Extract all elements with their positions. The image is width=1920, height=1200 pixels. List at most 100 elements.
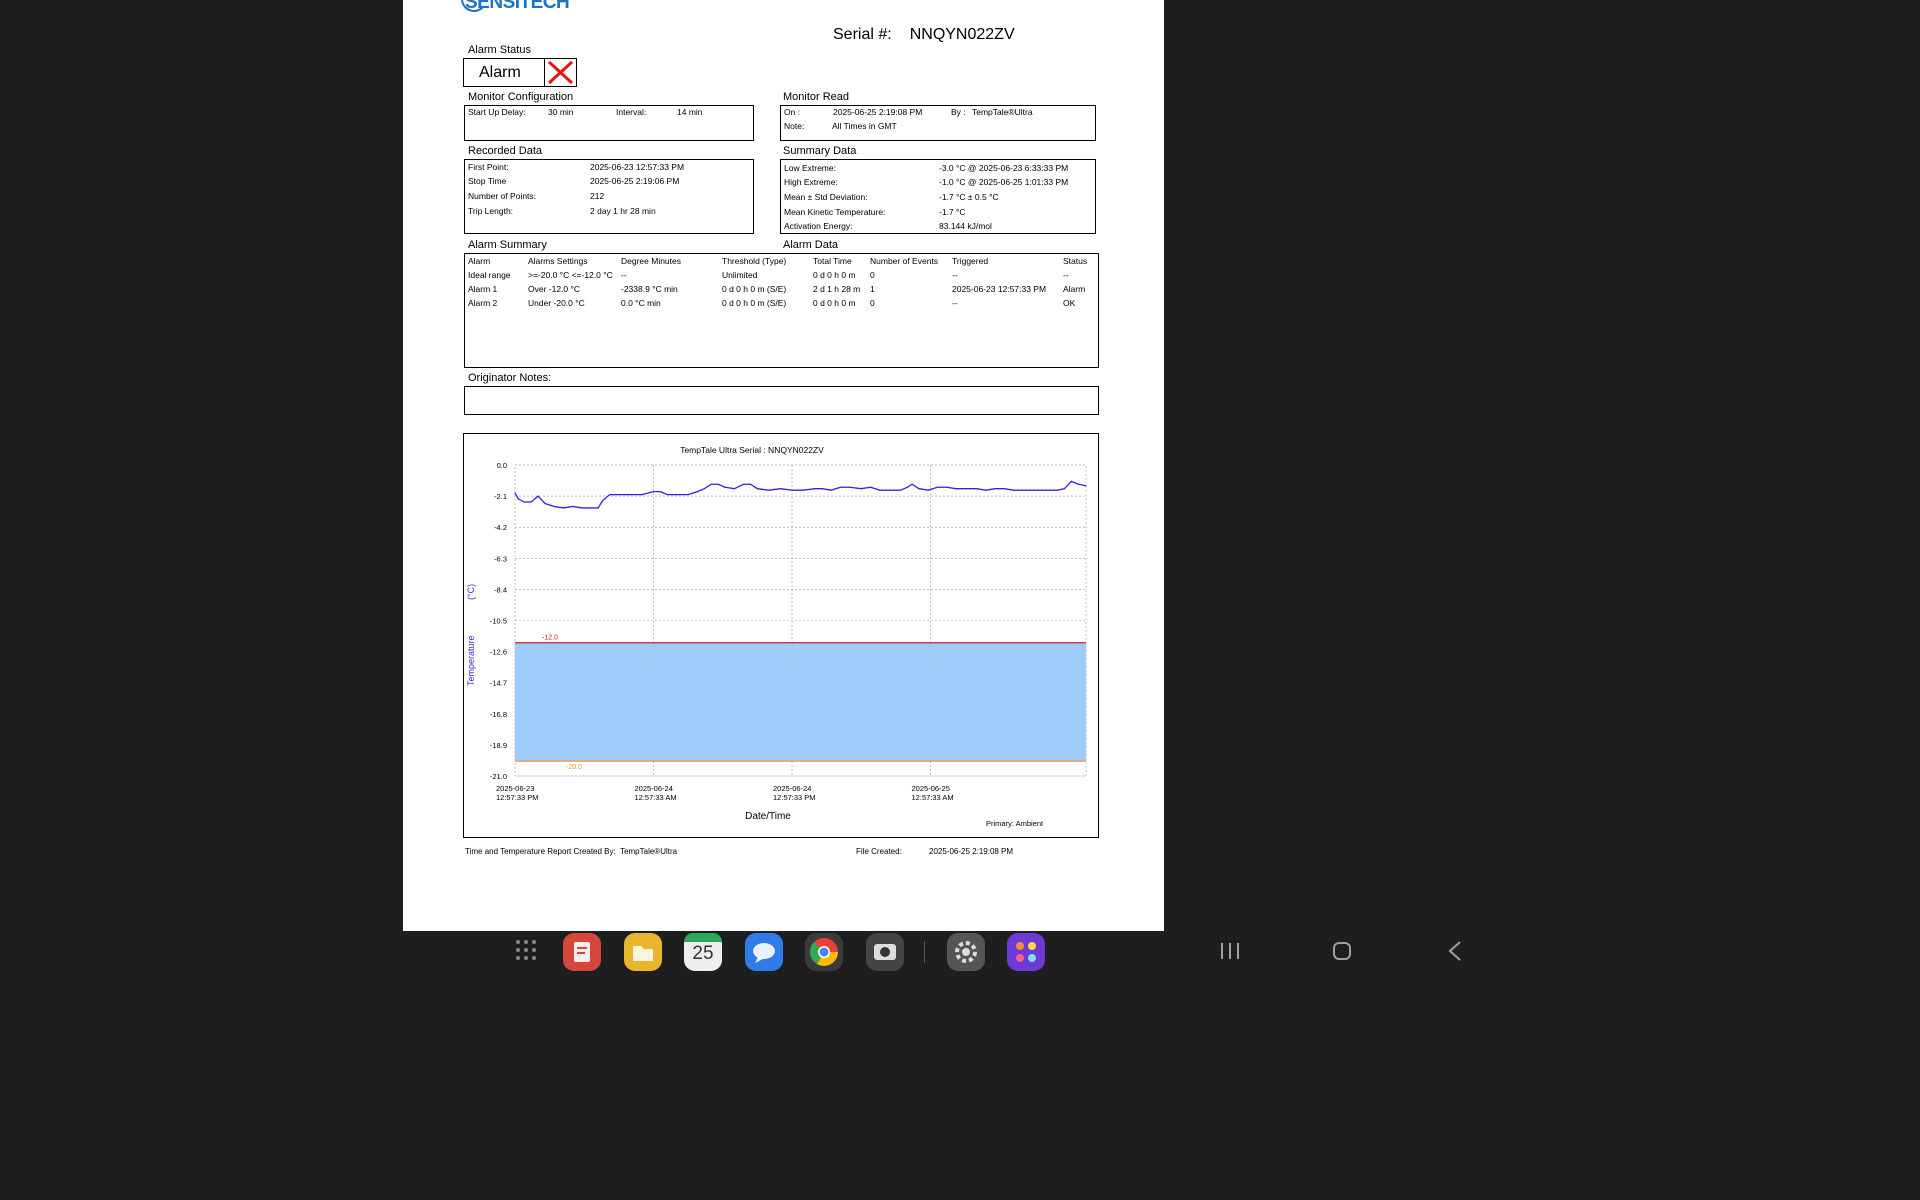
- home-button[interactable]: [1332, 941, 1352, 961]
- alarm-table-cell: --: [1063, 270, 1069, 280]
- monitor-configuration-box: Start Up Delay: 30 min Interval: 14 min: [464, 105, 754, 141]
- temperature-point: [609, 494, 611, 496]
- note-label: Note:: [784, 121, 805, 131]
- temperature-point: [821, 488, 823, 490]
- temperature-point: [1003, 488, 1005, 490]
- y-tick-label: -18.9: [490, 741, 507, 750]
- chrome-app-icon[interactable]: [805, 933, 843, 971]
- summary-data-box: Low Extreme: -3.0 °C @ 2025-06-23 6:33:3…: [780, 159, 1096, 234]
- alarm-table-header: Total Time: [813, 256, 852, 266]
- monitor-read-box: On : 2025-06-25 2:19:08 PM By : TempTale…: [780, 105, 1096, 141]
- back-icon: [1448, 941, 1461, 961]
- monitor-read-title: Monitor Read: [783, 91, 850, 103]
- y-tick-label: -10.5: [490, 617, 507, 626]
- alarm-summary-table: Alarm Alarms Settings Degree Minutes Thresh…: [464, 253, 1099, 368]
- temperature-point: [1033, 489, 1036, 491]
- temperature-point: [756, 488, 758, 490]
- temperature-point: [537, 495, 539, 497]
- recorded-label: Stop Time: [468, 176, 507, 186]
- dock-divider: [924, 941, 925, 963]
- start-up-delay-label: Start Up Delay:: [468, 107, 526, 117]
- serial-value: NNQYN022ZV: [909, 26, 1015, 43]
- alarm-table-cell: 1: [870, 284, 875, 294]
- summary-label: Mean Kinetic Temperature:: [784, 207, 886, 217]
- temperature-point: [849, 486, 851, 488]
- summary-value: -1.0 °C @ 2025-06-25 1:01:33 PM: [939, 177, 1069, 187]
- temperature-point: [717, 483, 719, 485]
- temperature-point: [749, 483, 752, 485]
- temperature-point: [597, 507, 599, 509]
- home-icon: [1333, 942, 1351, 960]
- back-button[interactable]: [1447, 940, 1463, 962]
- interval-value: 14 min: [677, 107, 703, 117]
- monitor-configuration-title: Monitor Configuration: [468, 91, 574, 103]
- x-tick-time: 12:57:33 PM: [773, 793, 816, 802]
- note-value: All Times in GMT: [832, 121, 897, 131]
- temperature-point: [1077, 483, 1079, 485]
- temperature-series-line: [514, 480, 1087, 509]
- temperature-point: [927, 489, 929, 491]
- recorded-value: 2025-06-23 12:57:33 PM: [590, 162, 685, 172]
- camera-app-icon[interactable]: [866, 933, 904, 971]
- temperature-chart-frame: TempTale Ultra Serial : NNQYN022ZV -12.0…: [463, 433, 1099, 838]
- temperature-point: [1045, 489, 1047, 491]
- recorded-value: 2025-06-25 2:19:06 PM: [590, 176, 680, 186]
- alarm-table-cell: Unlimited: [722, 270, 758, 280]
- settings-app-icon[interactable]: [947, 933, 985, 971]
- recorded-label: First Point:: [468, 162, 509, 172]
- alarm-table-cell: 2 d 1 h 28 m: [813, 284, 861, 294]
- lower-limit-label: -20.0: [566, 764, 582, 771]
- summary-label: High Extreme:: [784, 177, 838, 187]
- temperature-point: [629, 494, 632, 496]
- by-value: TempTale®Ultra: [972, 107, 1033, 117]
- summary-value: -3.0 °C @ 2025-06-23 6:33:33 PM: [939, 163, 1069, 173]
- temperature-point: [1013, 489, 1015, 491]
- all-apps-icon[interactable]: [515, 939, 537, 961]
- temperature-point: [964, 488, 966, 490]
- temperature-point: [641, 494, 643, 496]
- alarm-table-cell: 2025-06-23 12:57:33 PM: [952, 284, 1047, 294]
- serial-number: Serial #: NNQYN022ZV: [833, 26, 1015, 44]
- chart-title: TempTale Ultra Serial : NNQYN022ZV: [680, 445, 824, 455]
- x-tick-date: 2025-06-25: [912, 784, 950, 793]
- temperature-point: [985, 489, 987, 491]
- footer-created-by: Time and Temperature Report Created By: …: [465, 847, 677, 856]
- recent-apps-button[interactable]: [1219, 942, 1241, 960]
- messages-app-icon[interactable]: [745, 933, 783, 971]
- temperature-point: [911, 483, 913, 485]
- alarm-table-cell: 0: [870, 298, 875, 308]
- calendar-header: [684, 933, 722, 942]
- calendar-app-icon[interactable]: 25: [684, 933, 722, 971]
- temperature-point: [530, 501, 532, 503]
- apps-folder-icon[interactable]: [1007, 933, 1045, 971]
- alarm-table-cell: 0 d 0 h 0 m: [813, 298, 856, 308]
- x-axis-label: Date/Time: [745, 811, 791, 822]
- recorded-value: 212: [590, 191, 605, 201]
- on-label: On :: [784, 107, 801, 117]
- sensitech-logo: SENSITECH: [461, 0, 581, 13]
- temperature-point: [879, 489, 881, 491]
- temperature-point: [994, 488, 996, 490]
- alarm-table-cell: 0 d 0 h 0 m (S/E): [722, 284, 787, 294]
- temperature-point: [710, 483, 712, 485]
- alarm-table-cell: --: [952, 298, 958, 308]
- summary-data-title: Summary Data: [783, 145, 857, 157]
- alarm-status-box: Alarm: [463, 58, 577, 87]
- summary-value: -1.7 °C ± 0.5 °C: [939, 192, 999, 202]
- temperature-point: [839, 486, 842, 488]
- alarm-table-cell: 0.0 °C min: [621, 298, 661, 308]
- notes-app-icon[interactable]: [563, 933, 601, 971]
- files-app-icon[interactable]: [624, 933, 662, 971]
- upper-limit-label: -12.0: [542, 635, 558, 642]
- temperature-point: [703, 488, 705, 490]
- temperature-point: [976, 488, 978, 490]
- recent-apps-icon: [1221, 943, 1239, 959]
- temperature-point: [724, 486, 726, 488]
- temperature-point: [659, 491, 662, 493]
- ideal-range-band: [515, 642, 1086, 762]
- summary-value: 83.144 kJ/mol: [939, 221, 992, 231]
- footer-created-by-label: Time and Temperature Report Created By:: [465, 847, 616, 856]
- temperature-point: [652, 491, 655, 493]
- temperature-point: [1063, 488, 1066, 490]
- x-tick-date: 2025-06-24: [773, 784, 811, 793]
